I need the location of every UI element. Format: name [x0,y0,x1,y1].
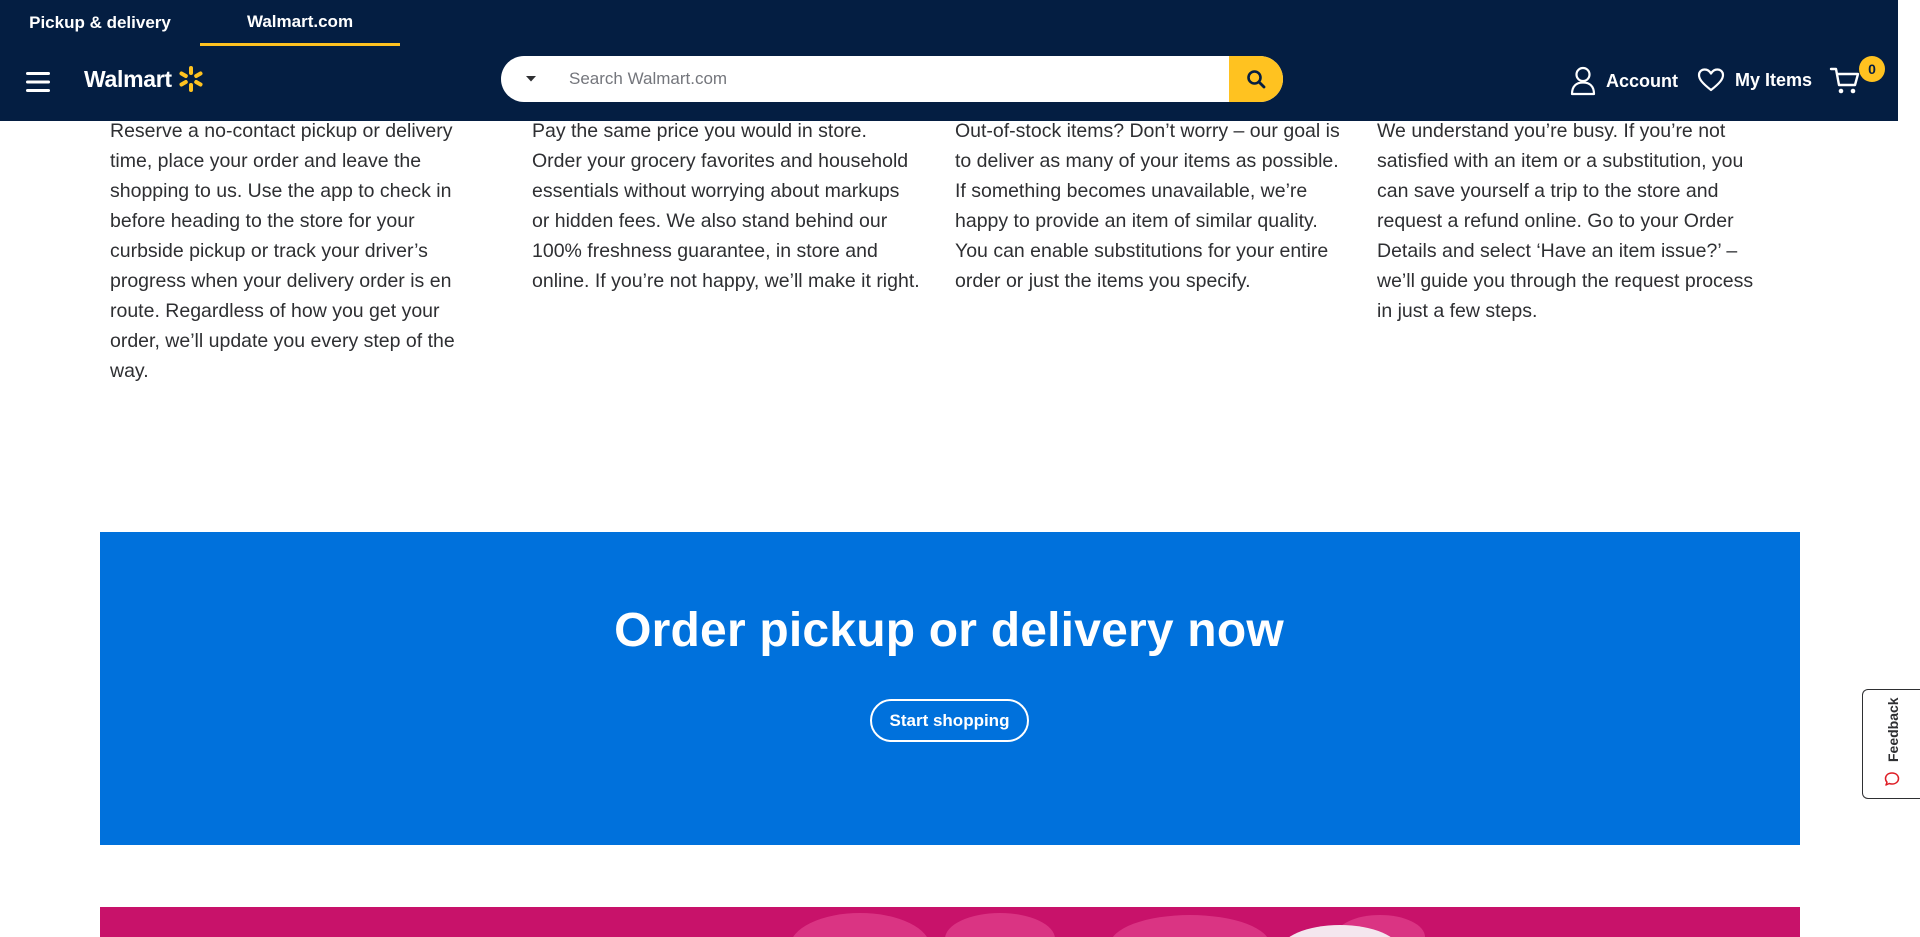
benefit-text-pickup: Reserve a no-contact pickup or delivery … [110,120,455,382]
benefit-text-refund: We understand you’re busy. If you’re not… [1377,120,1754,322]
tab-walmart-com[interactable]: Walmart.com [200,0,400,46]
my-items-button[interactable]: My Items [1697,68,1812,92]
heart-icon [1697,68,1725,92]
my-items-label: My Items [1735,69,1813,90]
benefit-text-price: Pay the same price you would in store. O… [532,120,920,292]
chevron-down-icon [526,76,536,82]
pink-promo-banner [100,907,1800,937]
menu-button[interactable] [22,66,54,98]
search-icon [1247,70,1266,89]
department-dropdown[interactable] [501,56,561,102]
decorative-pattern [793,913,1425,937]
search-button[interactable] [1229,56,1283,102]
feedback-tab[interactable]: Feedback [1862,689,1920,799]
feedback-label: Feedback [1885,697,1901,762]
user-icon [1570,66,1596,96]
spark-logo-icon [179,66,203,92]
chat-bubble-icon [1884,772,1900,786]
start-shopping-button[interactable]: Start shopping [870,699,1029,742]
logo-text: Walmart [84,65,172,92]
order-now-banner [100,532,1800,845]
search-bar [501,56,1283,102]
cart-icon [1829,67,1860,94]
benefit-text-substitutions: Out-of-stock items? Don’t worry – our go… [955,120,1340,292]
site-header: Pickup & delivery Walmart.com Walmart Se… [0,0,1898,121]
search-input[interactable] [561,56,1229,102]
top-tabs: Pickup & delivery Walmart.com [0,0,400,46]
hamburger-icon [26,72,50,92]
walmart-logo[interactable]: Walmart [84,64,206,94]
account-label: Account [1606,70,1678,91]
cart-count-badge: 0 [1859,56,1885,82]
banner-title: Order pickup or delivery now [614,604,1284,657]
tab-pickup-delivery[interactable]: Pickup & delivery [0,0,200,46]
account-button[interactable]: Account [1570,66,1678,96]
